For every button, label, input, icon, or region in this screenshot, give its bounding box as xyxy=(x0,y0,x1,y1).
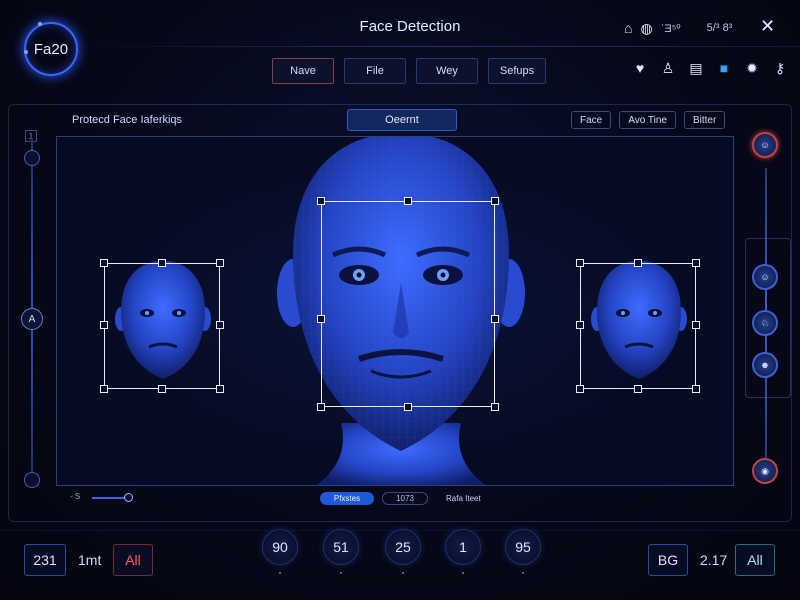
counter-dot xyxy=(522,572,524,574)
gear-icon[interactable]: ✹ xyxy=(744,59,760,77)
person-icon[interactable]: ♙ xyxy=(660,59,676,77)
system-status: ⌂ ◍ ʿƎ⁵⁰ 5/³ 8³ xyxy=(624,18,732,38)
bbox-handle[interactable] xyxy=(576,259,584,267)
counter-5[interactable]: 95 xyxy=(505,529,541,565)
bbox-handle[interactable] xyxy=(576,321,584,329)
bbox-handle[interactable] xyxy=(100,321,108,329)
unit-label: 1mt xyxy=(78,552,102,568)
menu-nave[interactable]: Nave xyxy=(272,58,334,84)
bbox-handle[interactable] xyxy=(317,403,325,411)
folder-icon[interactable]: ■ xyxy=(716,59,732,77)
slider-center-button[interactable]: A xyxy=(21,308,43,330)
filter-auto-time[interactable]: Avo Tine xyxy=(619,111,676,129)
home-icon[interactable]: ⌂ xyxy=(624,20,632,36)
all-right-button[interactable]: All xyxy=(735,544,775,576)
bbox-handle[interactable] xyxy=(216,321,224,329)
all-left-button[interactable]: All xyxy=(113,544,153,576)
lock-icon[interactable]: ◍ xyxy=(640,20,652,37)
bbox-handle[interactable] xyxy=(317,315,325,323)
face-avatar-1[interactable]: ☺ xyxy=(752,132,778,158)
slider-knob-bottom[interactable] xyxy=(24,472,40,488)
status-text-1: ʿƎ⁵⁰ xyxy=(660,22,681,35)
bbox-handle[interactable] xyxy=(216,385,224,393)
counter-dot xyxy=(402,572,404,574)
counter-4[interactable]: 1 xyxy=(445,529,481,565)
counter-2[interactable]: 51 xyxy=(323,529,359,565)
bbox-handle[interactable] xyxy=(692,385,700,393)
scrubber-label: - S xyxy=(70,492,81,501)
bbox-handle[interactable] xyxy=(634,259,642,267)
left-value-box[interactable]: 231 xyxy=(24,544,66,576)
main-menu: Nave File Wey Sefups xyxy=(272,58,546,84)
right-face-bbox[interactable] xyxy=(580,263,696,389)
bbox-handle[interactable] xyxy=(100,259,108,267)
bbox-handle[interactable] xyxy=(491,315,499,323)
bbox-handle[interactable] xyxy=(576,385,584,393)
close-icon[interactable]: ✕ xyxy=(760,16,775,37)
counter-3[interactable]: 25 xyxy=(385,529,421,565)
bbox-handle[interactable] xyxy=(692,259,700,267)
bbox-handle[interactable] xyxy=(158,259,166,267)
bg-button[interactable]: BG xyxy=(648,544,688,576)
bbox-handle[interactable] xyxy=(404,403,412,411)
menu-file[interactable]: File xyxy=(344,58,406,84)
counter-1[interactable]: 90 xyxy=(262,529,298,565)
panel-label: Protecd Face Iaferkiqs xyxy=(72,114,183,126)
key-icon[interactable]: ⚷ xyxy=(772,59,788,77)
face-avatar-4[interactable]: ☻ xyxy=(752,352,778,378)
segment-rate[interactable]: Rafa Iteet xyxy=(436,492,491,505)
bbox-handle[interactable] xyxy=(491,403,499,411)
title-divider xyxy=(80,46,800,47)
slider-knob-top[interactable] xyxy=(24,150,40,166)
bbox-handle[interactable] xyxy=(216,259,224,267)
face-avatar-2[interactable]: ☺ xyxy=(752,264,778,290)
menu-view[interactable]: Wey xyxy=(416,58,478,84)
document-icon[interactable]: ▤ xyxy=(688,59,704,77)
logo-dot xyxy=(38,22,42,26)
bbox-handle[interactable] xyxy=(158,385,166,393)
segment-profiles[interactable]: Pfxstes xyxy=(320,492,374,505)
face-avatar-5[interactable]: ◉ xyxy=(752,458,778,484)
filter-bitter[interactable]: Bitter xyxy=(683,111,726,129)
current-button[interactable]: Oeernt xyxy=(347,109,457,131)
bbox-handle[interactable] xyxy=(692,321,700,329)
scrubber-knob[interactable] xyxy=(124,493,133,502)
right-value: 2.17 xyxy=(700,552,728,568)
heart-icon[interactable]: ♥ xyxy=(632,59,648,77)
toolbar: ♥ ♙ ▤ ■ ✹ ⚷ xyxy=(632,59,788,77)
bbox-handle[interactable] xyxy=(634,385,642,393)
bbox-handle[interactable] xyxy=(491,197,499,205)
face-avatar-3[interactable]: ♘ xyxy=(752,310,778,336)
detection-viewport[interactable] xyxy=(56,136,734,486)
app-logo-text: Fa20 xyxy=(33,40,69,58)
status-text-2: 5/³ 8³ xyxy=(706,22,733,34)
filter-face[interactable]: Face xyxy=(571,111,612,129)
bbox-handle[interactable] xyxy=(100,385,108,393)
menu-setups[interactable]: Sefups xyxy=(488,58,546,84)
segment-group: Pfxstes 1073 Rafa Iteet xyxy=(320,492,491,505)
counter-dot xyxy=(279,572,281,574)
counter-dot xyxy=(462,572,464,574)
filter-group: Face Avo Tine Bitter xyxy=(571,111,726,129)
main-face-bbox[interactable] xyxy=(321,201,495,407)
counter-dot xyxy=(340,572,342,574)
bbox-handle[interactable] xyxy=(404,197,412,205)
window-title: Face Detection xyxy=(359,18,461,35)
logo-dot xyxy=(24,50,28,54)
left-face-bbox[interactable] xyxy=(104,263,220,389)
app-logo: Fa20 xyxy=(24,22,78,76)
bbox-handle[interactable] xyxy=(317,197,325,205)
segment-count[interactable]: 1073 xyxy=(382,492,428,505)
